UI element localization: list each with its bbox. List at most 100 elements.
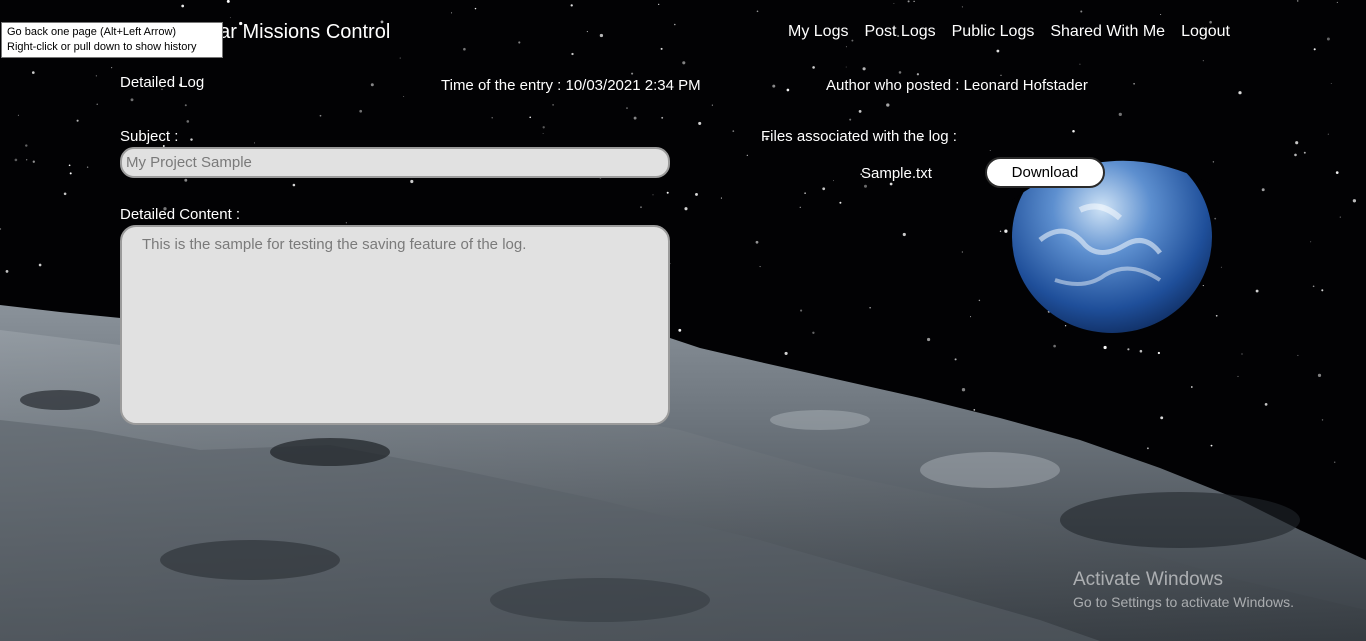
browser-back-tooltip: Go back one page (Alt+Left Arrow) Right-…: [1, 22, 223, 58]
star: [1352, 199, 1357, 203]
star: [633, 116, 637, 120]
star: [682, 61, 686, 65]
star: [111, 67, 113, 69]
star: [1146, 447, 1149, 450]
tooltip-line-1: Go back one page (Alt+Left Arrow): [7, 26, 177, 38]
star: [1160, 416, 1164, 420]
star: [345, 222, 347, 224]
content-textarea[interactable]: This is the sample for testing the savin…: [120, 225, 670, 425]
files-label: Files associated with the log :: [761, 128, 957, 145]
star: [927, 337, 931, 342]
star: [1336, 1, 1338, 3]
star: [961, 388, 966, 392]
star: [772, 84, 776, 88]
star: [1261, 188, 1265, 192]
star: [732, 130, 735, 132]
star: [999, 230, 1002, 232]
star: [902, 232, 906, 237]
star: [552, 103, 555, 106]
star: [451, 12, 453, 14]
star: [1220, 266, 1222, 268]
star: [711, 104, 713, 106]
star: [491, 117, 493, 119]
star: [698, 121, 702, 125]
star: [190, 138, 193, 141]
star: [1310, 241, 1312, 243]
star: [76, 119, 79, 122]
star: [678, 328, 682, 332]
star: [812, 331, 815, 334]
star: [1139, 349, 1143, 353]
download-button[interactable]: Download: [985, 157, 1105, 188]
star: [1160, 14, 1162, 16]
star: [63, 192, 67, 196]
star: [474, 7, 477, 10]
app-title[interactable]: nar Missions Control: [208, 18, 390, 46]
nav-shared-with-me[interactable]: Shared With Me: [1050, 20, 1165, 44]
star: [1118, 112, 1122, 117]
star: [1321, 419, 1324, 421]
star: [893, 3, 895, 5]
star: [907, 0, 910, 3]
star: [661, 116, 664, 119]
star: [1157, 351, 1161, 355]
star: [463, 47, 466, 51]
content-label: Detailed Content :: [120, 206, 241, 223]
star: [845, 66, 847, 68]
star: [1321, 289, 1324, 292]
star: [812, 66, 815, 69]
star: [684, 207, 688, 211]
star: [913, 0, 915, 3]
star: [804, 192, 806, 194]
star: [1326, 37, 1330, 41]
star: [5, 270, 9, 273]
star: [1238, 91, 1242, 95]
star: [916, 73, 920, 76]
star: [1313, 48, 1316, 51]
star: [961, 251, 963, 253]
star: [862, 67, 866, 71]
star: [226, 0, 230, 3]
star: [869, 307, 871, 309]
star: [542, 133, 544, 134]
star: [370, 83, 374, 87]
subject-field[interactable]: My Project Sample: [120, 147, 670, 178]
nav-public-logs[interactable]: Public Logs: [952, 20, 1035, 44]
star: [845, 46, 847, 48]
star: [1296, 0, 1299, 2]
star: [674, 23, 676, 26]
star: [184, 104, 187, 107]
star: [660, 47, 663, 50]
star: [631, 72, 634, 75]
star: [1079, 63, 1081, 65]
star: [1215, 314, 1218, 317]
star: [570, 4, 573, 7]
star: [1080, 10, 1083, 13]
star: [666, 191, 669, 194]
star: [786, 88, 790, 92]
subject-label: Subject :: [120, 128, 179, 145]
star: [403, 96, 405, 98]
star: [658, 3, 660, 6]
main-nav: My Logs Post Logs Public Logs Shared Wit…: [788, 20, 1230, 44]
star: [25, 144, 28, 147]
star: [864, 184, 867, 188]
nav-logout[interactable]: Logout: [1181, 20, 1230, 44]
star: [529, 116, 532, 119]
star: [970, 316, 972, 318]
star: [652, 194, 654, 196]
star: [319, 114, 322, 117]
star: [86, 166, 89, 168]
star: [756, 10, 759, 13]
tooltip-line-2: Right-click or pull down to show history: [7, 41, 197, 53]
nav-post-logs[interactable]: Post Logs: [864, 20, 935, 44]
star: [1333, 461, 1336, 464]
star: [1312, 285, 1315, 288]
star: [1335, 171, 1339, 174]
star: [399, 57, 401, 59]
star: [858, 109, 862, 113]
star: [989, 149, 991, 151]
star: [359, 109, 363, 113]
nav-my-logs[interactable]: My Logs: [788, 20, 848, 44]
star: [542, 126, 545, 129]
